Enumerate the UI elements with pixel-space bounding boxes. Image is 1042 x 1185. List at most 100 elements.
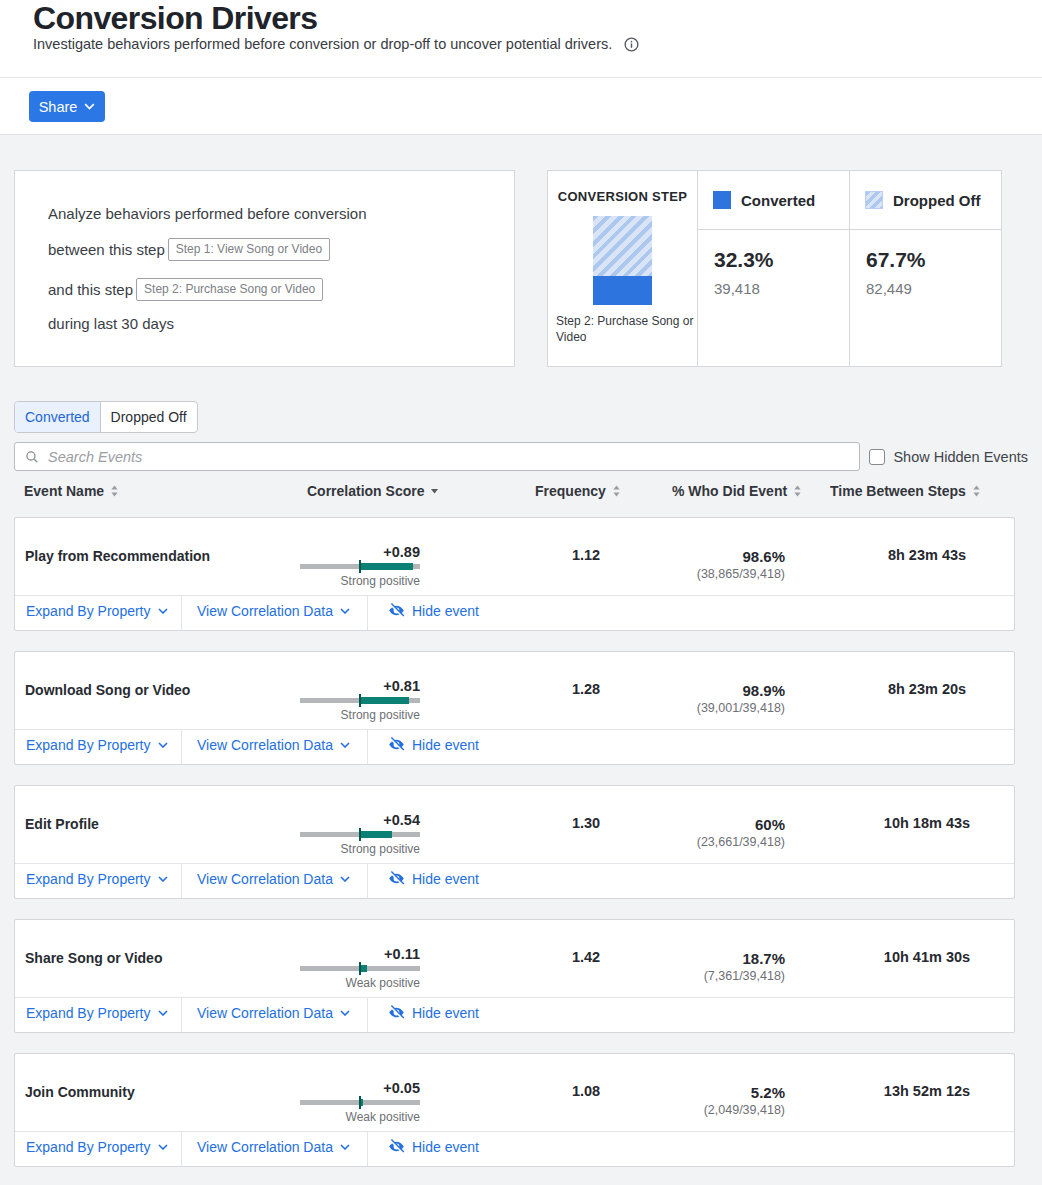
event-name: Join Community [25, 1085, 135, 1100]
sort-desc-icon [430, 488, 439, 494]
chevron-down-icon [158, 608, 168, 614]
dropped-off-legend-label: Dropped Off [893, 192, 981, 209]
chevron-down-icon [158, 876, 168, 882]
expand-by-property-button[interactable]: Expand By Property [15, 596, 182, 630]
eye-off-icon [388, 870, 405, 887]
pct-who-did-value: 98.6% [585, 548, 785, 565]
view-correlation-data-button[interactable]: View Correlation Data [182, 998, 368, 1032]
column-header-time-between-steps[interactable]: Time Between Steps [830, 483, 981, 499]
correlation-score-bar [300, 1099, 420, 1106]
correlation-score-value: +0.11 [300, 946, 420, 962]
correlation-bar-center-tick [359, 1096, 361, 1109]
analyze-title: Analyze behaviors performed before conve… [48, 205, 514, 222]
eye-off-icon [388, 1004, 405, 1021]
chevron-down-icon [340, 1010, 350, 1016]
analyze-panel: Analyze behaviors performed before conve… [14, 170, 515, 367]
event-row-card: Download Song or Video +0.81 Strong posi… [14, 651, 1015, 765]
page-header: Conversion Drivers Investigate behaviors… [0, 0, 1042, 78]
hide-event-button[interactable]: Hide event [368, 1132, 479, 1166]
step1-chip[interactable]: Step 1: View Song or Video [168, 238, 330, 261]
dropped-off-count: 82,449 [866, 280, 1001, 297]
pct-who-did-cell: 18.7% (7,361/39,418) [585, 950, 785, 983]
correlation-bar-center-tick [359, 828, 361, 841]
correlation-score-bar [300, 831, 420, 838]
event-row-card: Share Song or Video +0.11 Weak positive … [14, 919, 1015, 1033]
chevron-down-icon [340, 876, 350, 882]
view-correlation-data-button[interactable]: View Correlation Data [182, 730, 368, 764]
pct-who-did-cell: 98.9% (39,001/39,418) [585, 682, 785, 715]
expand-by-property-button[interactable]: Expand By Property [15, 864, 182, 898]
dropped-off-bar-segment [593, 216, 652, 276]
view-correlation-data-button[interactable]: View Correlation Data [182, 864, 368, 898]
conversion-step-bar [593, 216, 652, 305]
dropped-off-swatch-icon [865, 191, 883, 209]
chevron-down-icon [340, 742, 350, 748]
correlation-score-cell: +0.54 Strong positive [300, 812, 420, 856]
step2-chip[interactable]: Step 2: Purchase Song or Video [136, 278, 323, 301]
pct-who-did-value: 5.2% [585, 1084, 785, 1101]
show-hidden-events-label: Show Hidden Events [893, 449, 1028, 465]
correlation-score-bar [300, 965, 420, 972]
hide-event-button[interactable]: Hide event [368, 864, 479, 898]
pct-who-did-value: 60% [585, 816, 785, 833]
correlation-strength-label: Strong positive [300, 708, 420, 722]
conversion-step-bar-label: Step 2: Purchase Song or Video [548, 313, 697, 345]
chevron-down-icon [84, 103, 95, 110]
column-header-event-name[interactable]: Event Name [24, 483, 119, 499]
correlation-score-value: +0.89 [300, 544, 420, 560]
correlation-bar-center-tick [359, 560, 361, 573]
search-events-input[interactable] [48, 449, 849, 465]
correlation-score-cell: +0.81 Strong positive [300, 678, 420, 722]
search-icon [25, 450, 39, 464]
conversion-step-panel: CONVERSION STEP Step 2: Purchase Song or… [547, 170, 1002, 367]
info-icon[interactable] [624, 37, 639, 52]
correlation-strength-label: Strong positive [300, 842, 420, 856]
event-name: Play from Recommendation [25, 549, 210, 564]
hide-event-button[interactable]: Hide event [368, 998, 479, 1032]
chevron-down-icon [158, 742, 168, 748]
pct-who-did-fraction: (38,865/39,418) [585, 567, 785, 581]
correlation-bar-center-tick [359, 962, 361, 975]
show-hidden-events-toggle[interactable]: Show Hidden Events [869, 449, 1028, 465]
column-header-correlation-score[interactable]: Correlation Score [307, 483, 439, 499]
expand-by-property-button[interactable]: Expand By Property [15, 998, 182, 1032]
event-row-card: Join Community +0.05 Weak positive 1.08 … [14, 1053, 1015, 1167]
column-header-pct-who-did-event[interactable]: % Who Did Event [672, 483, 802, 499]
pct-who-did-cell: 5.2% (2,049/39,418) [585, 1084, 785, 1117]
hide-event-button[interactable]: Hide event [368, 596, 479, 630]
dropped-off-pct: 67.7% [866, 248, 1001, 272]
show-hidden-events-checkbox[interactable] [869, 449, 885, 465]
correlation-bar-center-tick [359, 694, 361, 707]
tab-dropped-off[interactable]: Dropped Off [100, 402, 197, 432]
correlation-bar-fill [360, 697, 409, 704]
sort-icon [612, 485, 621, 497]
correlation-bar-fill [360, 563, 413, 570]
time-between-steps-value: 10h 41m 30s [847, 949, 1007, 965]
pct-who-did-fraction: (7,361/39,418) [585, 969, 785, 983]
hide-event-button[interactable]: Hide event [368, 730, 479, 764]
page-title: Conversion Drivers [33, 1, 1042, 36]
correlation-score-cell: +0.89 Strong positive [300, 544, 420, 588]
tab-converted[interactable]: Converted [15, 402, 100, 432]
expand-by-property-button[interactable]: Expand By Property [15, 730, 182, 764]
correlation-strength-label: Strong positive [300, 574, 420, 588]
correlation-strength-label: Weak positive [300, 976, 420, 990]
toolbar: Share [0, 78, 1042, 135]
between-step-label: between this step [48, 241, 165, 258]
correlation-score-cell: +0.11 Weak positive [300, 946, 420, 990]
during-label: during last 30 days [48, 315, 174, 332]
sort-icon [793, 485, 802, 497]
converted-pct: 32.3% [714, 248, 849, 272]
time-between-steps-value: 8h 23m 20s [847, 681, 1007, 697]
correlation-bar-fill [360, 831, 392, 838]
view-correlation-data-button[interactable]: View Correlation Data [182, 596, 368, 630]
column-header-frequency[interactable]: Frequency [535, 483, 621, 499]
share-button[interactable]: Share [29, 91, 105, 122]
page-subtitle: Investigate behaviors performed before c… [33, 36, 612, 52]
correlation-score-value: +0.81 [300, 678, 420, 694]
eye-off-icon [388, 736, 405, 753]
view-correlation-data-button[interactable]: View Correlation Data [182, 1132, 368, 1166]
pct-who-did-fraction: (39,001/39,418) [585, 701, 785, 715]
expand-by-property-button[interactable]: Expand By Property [15, 1132, 182, 1166]
chevron-down-icon [340, 1144, 350, 1150]
